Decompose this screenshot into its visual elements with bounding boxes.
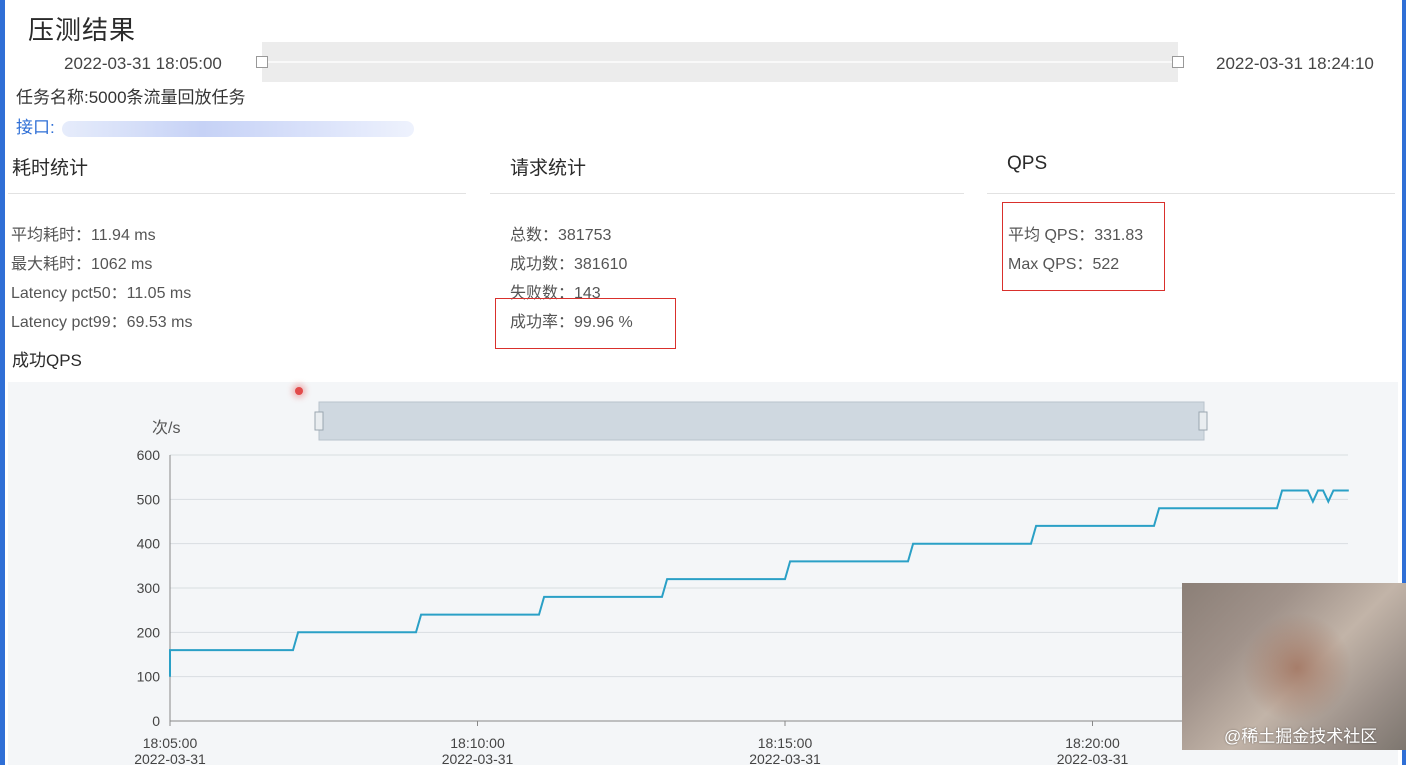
time-range-slider[interactable] [256, 42, 1184, 82]
chart-x-tick-date: 2022-03-31 [1057, 751, 1129, 765]
chart-x-tick-time: 18:20:00 [1065, 735, 1120, 751]
latency-pct99: Latency pct99：69.53 ms [11, 314, 193, 331]
requests-divider [490, 193, 964, 194]
task-name: 任务名称:5000条流量回放任务 [16, 88, 246, 107]
chart-y-tick-label: 300 [137, 580, 161, 596]
chart-x-tick-date: 2022-03-31 [134, 751, 206, 765]
chart-y-tick-label: 500 [137, 491, 161, 507]
api-value-redacted [62, 121, 414, 137]
chart-zoom-slider [318, 401, 1205, 441]
chart-x-tick-time: 18:15:00 [758, 735, 813, 751]
chart-zoom-handle-left [314, 411, 324, 431]
time-range-end-handle[interactable] [1172, 56, 1184, 68]
chart-y-tick-label: 0 [152, 713, 160, 729]
time-range-track [262, 61, 1178, 63]
api-label: 接口: [16, 118, 55, 137]
chart-y-tick-label: 600 [137, 447, 161, 463]
time-range-end: 2022-03-31 18:24:10 [1216, 54, 1374, 73]
avg-latency: 平均耗时：11.94 ms [11, 227, 156, 244]
total-requests: 总数：381753 [510, 227, 612, 244]
chart-x-tick-date: 2022-03-31 [442, 751, 514, 765]
chart-x-tick-time: 18:10:00 [450, 735, 505, 751]
page-title: 压测结果 [28, 15, 137, 45]
latency-pct50: Latency pct50：11.05 ms [11, 285, 192, 302]
success-count: 成功数：381610 [510, 256, 628, 273]
recording-indicator-icon [295, 387, 303, 395]
success-rate-highlight [495, 298, 676, 349]
latency-divider [8, 193, 466, 194]
qps-section-title: QPS [1007, 153, 1048, 174]
window-frame-left [0, 0, 5, 765]
max-latency: 最大耗时：1062 ms [11, 256, 153, 273]
qps-divider [987, 193, 1395, 194]
requests-section-title: 请求统计 [510, 158, 587, 179]
chart-y-axis-unit: 次/s [152, 419, 180, 437]
time-range-start-handle[interactable] [256, 56, 268, 68]
latency-section-title: 耗时统计 [12, 158, 89, 179]
qps-highlight [1002, 202, 1165, 291]
chart-section-title: 成功QPS [12, 351, 82, 370]
chart-x-tick-time: 18:05:00 [143, 735, 198, 751]
chart-y-tick-label: 200 [137, 624, 161, 640]
watermark: @稀土掘金技术社区 [1224, 727, 1378, 746]
chart-y-tick-label: 400 [137, 536, 161, 552]
time-range-start: 2022-03-31 18:05:00 [64, 54, 222, 73]
presenter-video-blur [1242, 613, 1352, 723]
chart-x-tick-date: 2022-03-31 [749, 751, 821, 765]
chart-y-tick-label: 100 [137, 669, 161, 685]
chart-zoom-handle-right [1198, 411, 1208, 431]
chart-series-line [169, 489, 1349, 677]
